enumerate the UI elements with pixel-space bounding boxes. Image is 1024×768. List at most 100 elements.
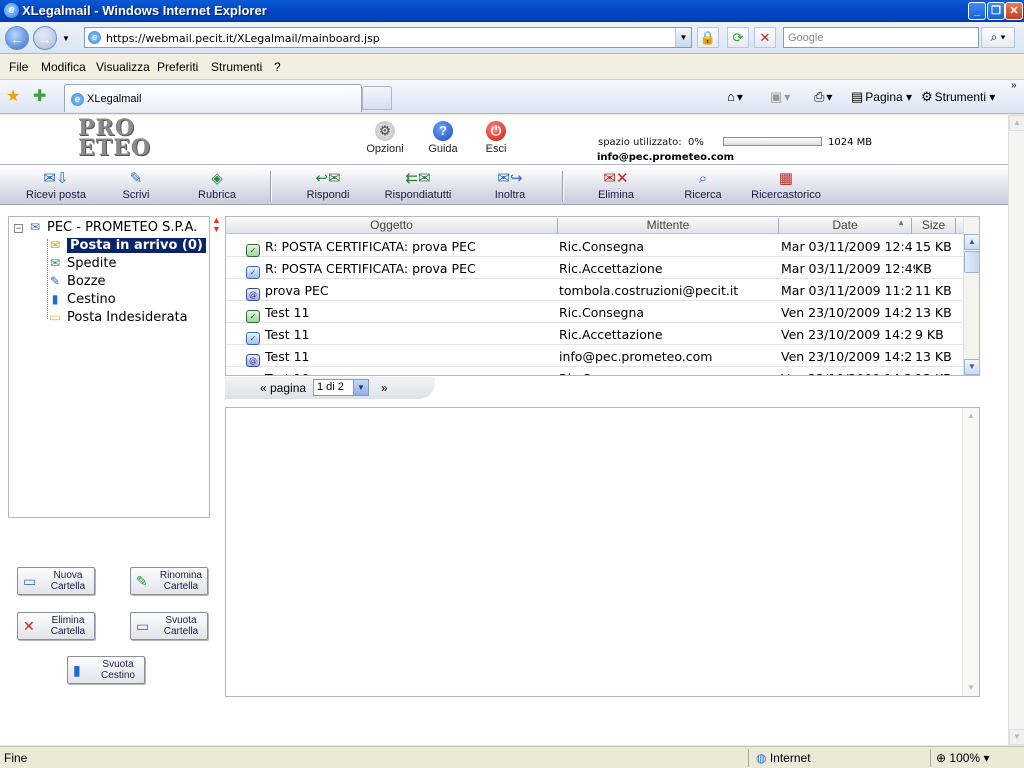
url-dropdown-icon[interactable]: ▼ <box>675 28 691 47</box>
page-menu-icon: ▤ <box>851 89 864 104</box>
subject-text: Test 10 <box>265 371 310 375</box>
rubrica-button[interactable]: ◈ Rubrica <box>194 170 240 201</box>
rispondi-button[interactable]: ↩✉ Rispondi <box>302 170 354 201</box>
svuota-cartella-button[interactable]: ▭ Svuota Cartella <box>130 612 208 640</box>
favorites-star-icon[interactable]: ★ <box>6 86 20 106</box>
svuota-cestino-button[interactable]: ▮ Svuota Cestino <box>67 656 145 684</box>
stop-icon[interactable]: ✕ <box>754 27 776 48</box>
forward-button[interactable]: → <box>33 26 57 50</box>
message-date: Ven 23/10/2009 14:2 <box>781 371 915 375</box>
toolbar-separator <box>562 171 564 201</box>
message-list-scrollbar[interactable]: ▲ ▼ <box>963 217 979 375</box>
collapse-toggle[interactable]: − <box>14 224 23 233</box>
scroll-down-icon[interactable]: ▼ <box>964 359 979 375</box>
chevron-more-icon[interactable]: » <box>1011 80 1017 91</box>
url-field[interactable]: e https://webmail.pecit.it/XLegalmail/ma… <box>84 27 692 48</box>
scroll-down-icon[interactable]: ▼ <box>963 680 979 696</box>
message-row[interactable]: ✓ Test 11 Ric.Consegna Ven 23/10/2009 14:2 1… <box>226 301 963 323</box>
maximize-button[interactable]: ❐ <box>987 2 1005 20</box>
tree-resize-arrows-icon[interactable]: ▲ ▼ <box>212 216 221 234</box>
guida-button[interactable]: ? Guida <box>424 121 462 155</box>
message-row[interactable]: ✓Test 10Ric.Consegna Ven 23/10/2009 14:21… <box>226 367 963 375</box>
prev-page-link[interactable]: « pagina <box>260 381 306 395</box>
menu-file[interactable]: File <box>9 60 28 74</box>
rispondi-tutti-button[interactable]: ⇇✉ Rispondiatutti <box>382 170 454 201</box>
inoltra-button[interactable]: ✉↪ Inoltra <box>488 170 532 201</box>
menu-modifica[interactable]: Modifica <box>41 60 86 74</box>
quota-bar <box>723 137 822 146</box>
nuova-cartella-button[interactable]: ▭ Nuova Cartella <box>17 567 95 595</box>
pagina-menu[interactable]: ▤ Pagina ▾ <box>851 89 912 105</box>
page-select[interactable]: 1 di 2 ▼ <box>313 379 369 396</box>
history-dropdown-icon[interactable]: ▼ <box>62 34 70 43</box>
column-date[interactable]: Date ▲ <box>779 218 912 233</box>
page-scrollbar[interactable]: ▲ ▼ <box>1008 115 1024 745</box>
zoom-control[interactable]: ⊕ 100% ▾ <box>936 751 989 765</box>
message-row[interactable]: @ Test 11 info@pec.prometeo.com Ven 23/10/2… <box>226 345 963 367</box>
folder-bozze[interactable]: ✎ Bozze <box>47 274 106 289</box>
receipt-ok-icon: ✓ <box>246 244 260 257</box>
elimina-label: Elimina <box>597 189 635 201</box>
ricevi-posta-button[interactable]: ✉⇩ Ricevi posta <box>24 170 88 201</box>
esci-button[interactable]: ⏻ Esci <box>482 121 510 155</box>
menu-strumenti[interactable]: Strumenti <box>211 60 262 74</box>
print-button[interactable]: ⎙ ▾ <box>814 89 832 105</box>
feeds-button[interactable]: ▣ ▾ <box>770 89 790 105</box>
rinomina-cartella-button[interactable]: ✎ Rinomina Cartella <box>130 567 208 595</box>
rispondi-label: Rispondi <box>306 189 350 201</box>
message-size: 13 KB <box>915 305 952 320</box>
minimize-button[interactable]: _ <box>968 2 986 20</box>
scroll-up-icon[interactable]: ▲ <box>963 408 979 424</box>
menu-help[interactable]: ? <box>274 60 281 74</box>
next-page-link[interactable]: » <box>381 381 388 395</box>
menu-visualizza[interactable]: Visualizza <box>96 60 150 74</box>
message-size: 9 KB <box>915 327 944 342</box>
menu-preferiti[interactable]: Preferiti <box>157 60 198 74</box>
message-row[interactable]: ✓ Test 11 Ric.Accettazione Ven 23/10/2009 1… <box>226 323 963 345</box>
scroll-up-icon[interactable]: ▲ <box>1009 115 1024 131</box>
search-button[interactable]: ⌕ ▾ <box>981 27 1015 48</box>
forward-icon: ✉↪ <box>497 170 523 187</box>
new-tab-button[interactable] <box>362 86 392 110</box>
message-row[interactable]: ✓ R: POSTA CERTIFICATA: prova PEC Ric.Cons… <box>226 235 963 257</box>
tree-root[interactable]: ✉ PEC - PROMETEO S.P.A. <box>27 220 197 235</box>
scrivi-label: Scrivi <box>122 189 150 201</box>
preview-scrollbar[interactable]: ▲ ▼ <box>962 408 979 696</box>
message-row[interactable]: @ prova PEC tombola.costruzioni@pecit.it Ma… <box>226 279 963 301</box>
elimina-button[interactable]: ✉✕ Elimina <box>594 170 638 201</box>
home-button[interactable]: ⌂ ▾ <box>727 89 743 104</box>
scroll-thumb[interactable] <box>964 251 979 273</box>
address-bar: ← → ▼ e https://webmail.pecit.it/XLegalm… <box>0 22 1024 54</box>
ricerca-button[interactable]: ⌕ Ricerca <box>680 170 726 201</box>
column-size[interactable]: Size <box>912 218 956 233</box>
ricerca-label: Ricerca <box>684 189 722 201</box>
security-zone[interactable]: ◍ Internet <box>756 751 811 765</box>
back-button[interactable]: ← <box>5 26 29 50</box>
status-divider <box>748 749 749 767</box>
ricerca-storico-button[interactable]: ▦ Ricercastorico <box>750 170 822 201</box>
close-window-button[interactable]: ✕ <box>1005 2 1023 20</box>
message-preview-pane[interactable]: ▲ ▼ <box>225 407 980 697</box>
folder-spedite[interactable]: ✉ Spedite <box>47 256 117 271</box>
folder-cestino[interactable]: ▮ Cestino <box>47 292 116 307</box>
opzioni-button[interactable]: ⚙ Opzioni <box>363 121 407 155</box>
message-sender: Ric.Consegna <box>559 239 645 254</box>
folder-posta-indesiderata[interactable]: ▭ Posta Indesiderata <box>47 310 187 325</box>
tab-xlegalmail[interactable]: e XLegalmail <box>64 84 362 112</box>
column-mittente[interactable]: Mittente <box>558 218 779 233</box>
refresh-icon[interactable]: ⟳ <box>727 27 749 48</box>
scroll-up-icon[interactable]: ▲ <box>964 234 979 250</box>
search-input[interactable]: Google <box>783 27 979 48</box>
strumenti-menu[interactable]: ⚙ Strumenti ▾ <box>921 89 995 105</box>
column-oggetto[interactable]: Oggetto <box>226 218 558 233</box>
lock-icon[interactable]: 🔒 <box>697 27 719 48</box>
elimina-cartella-button[interactable]: ✕ Elimina Cartella <box>17 612 95 640</box>
add-favorite-icon[interactable]: ✚ <box>33 86 46 106</box>
drafts-icon: ✎ <box>49 274 61 288</box>
scrivi-button[interactable]: ✎ Scrivi <box>118 170 154 201</box>
message-row[interactable]: ✓ R: POSTA CERTIFICATA: prova PEC Ric.Acce… <box>226 257 963 279</box>
scroll-down-icon[interactable]: ▼ <box>1009 729 1024 745</box>
receipt-acc-icon: ✓ <box>246 332 260 345</box>
tab-bar: ★ ✚ e XLegalmail ⌂ ▾ ▣ ▾ ⎙ ▾ ▤ Pagina ▾ ⚙ Str… <box>0 80 1024 114</box>
folder-posta-in-arrivo[interactable]: ✉ Posta in arrivo (0) <box>47 238 206 253</box>
